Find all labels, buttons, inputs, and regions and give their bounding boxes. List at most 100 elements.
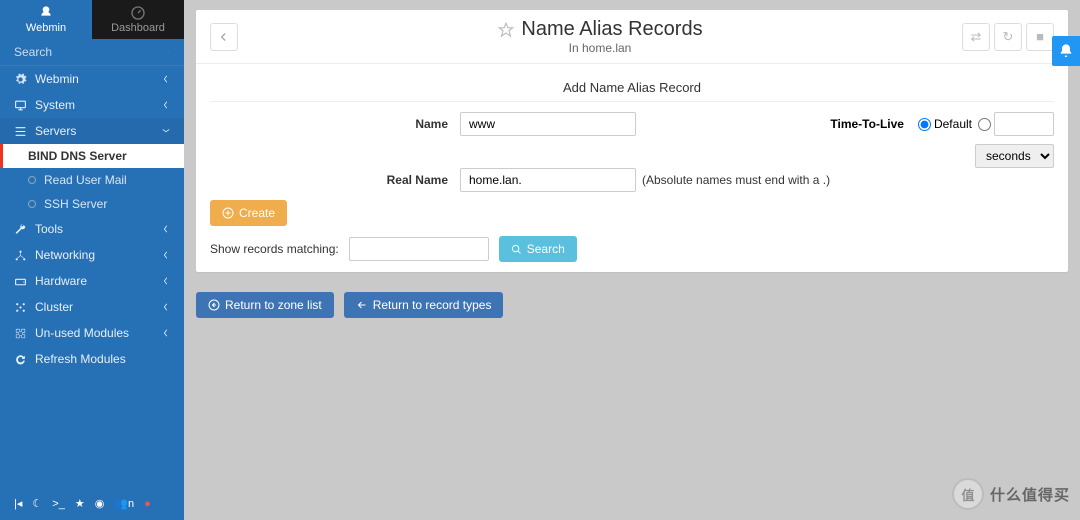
power-icon[interactable]: ● bbox=[144, 498, 151, 510]
reload-button[interactable]: ↻ bbox=[994, 23, 1022, 51]
ttl-unit-select[interactable]: seconds bbox=[975, 144, 1054, 168]
search-button[interactable]: Search bbox=[499, 236, 577, 262]
nav-label: Networking bbox=[35, 248, 95, 262]
users-icon[interactable]: 👥n bbox=[114, 497, 134, 510]
return-zone-label: Return to zone list bbox=[225, 298, 322, 312]
tab-webmin-label: Webmin bbox=[26, 22, 66, 34]
moon-icon[interactable]: ☾ bbox=[32, 497, 42, 510]
chevron-down-icon bbox=[162, 127, 170, 135]
webmin-logo-icon bbox=[38, 5, 54, 21]
header-actions: ⇄ ↻ ■ bbox=[962, 23, 1054, 51]
page-title: Name Alias Records bbox=[521, 18, 702, 41]
panel-body: Add Name Alias Record Name Time-To-Live … bbox=[196, 64, 1068, 272]
nav-label: Hardware bbox=[35, 274, 87, 288]
nav-label: Servers bbox=[35, 124, 76, 138]
title-block: Name Alias Records In home.lan bbox=[238, 18, 962, 55]
arrow-circle-left-icon bbox=[208, 299, 220, 311]
ttl-units-row: seconds bbox=[210, 144, 1054, 168]
watermark: 值 什么值得买 bbox=[952, 478, 1070, 510]
hdd-icon bbox=[14, 275, 27, 288]
shuffle-button[interactable]: ⇄ bbox=[962, 23, 990, 51]
ttl-label: Time-To-Live bbox=[830, 117, 904, 131]
search-label: Search bbox=[527, 242, 565, 256]
nav-webmin[interactable]: Webmin bbox=[0, 66, 184, 92]
realname-input[interactable] bbox=[460, 168, 636, 192]
search-icon bbox=[511, 244, 522, 255]
tab-webmin[interactable]: Webmin bbox=[0, 0, 92, 39]
nav-bind-dns[interactable]: BIND DNS Server bbox=[0, 144, 184, 168]
nav-label: Tools bbox=[35, 222, 63, 236]
globe-icon[interactable]: ◉ bbox=[95, 497, 105, 510]
plus-circle-icon bbox=[222, 207, 234, 219]
nav-sub-label: BIND DNS Server bbox=[28, 149, 127, 163]
stop-button[interactable]: ■ bbox=[1026, 23, 1054, 51]
chevron-left-icon bbox=[162, 75, 170, 83]
cluster-icon bbox=[14, 301, 27, 314]
search-icon[interactable] bbox=[169, 45, 170, 59]
sidebar-search bbox=[0, 39, 184, 66]
bars-icon bbox=[14, 125, 27, 138]
main-content: Name Alias Records In home.lan ⇄ ↻ ■ Add… bbox=[184, 0, 1080, 520]
nav-hardware[interactable]: Hardware bbox=[0, 268, 184, 294]
terminal-icon[interactable]: >_ bbox=[52, 498, 65, 510]
collapse-icon[interactable]: |◂ bbox=[14, 497, 22, 510]
show-matching-label: Show records matching: bbox=[210, 242, 339, 256]
nav-networking[interactable]: Networking bbox=[0, 242, 184, 268]
nav-ssh-server[interactable]: SSH Server bbox=[0, 192, 184, 216]
chevron-left-icon bbox=[162, 251, 170, 259]
ttl-custom-radio[interactable] bbox=[978, 118, 991, 131]
nav-read-mail[interactable]: Read User Mail bbox=[0, 168, 184, 192]
dashboard-icon bbox=[130, 5, 146, 21]
nav-tools[interactable]: Tools bbox=[0, 216, 184, 242]
nav-label: Un-used Modules bbox=[35, 326, 129, 340]
monitor-icon bbox=[14, 99, 27, 112]
return-records-button[interactable]: Return to record types bbox=[344, 292, 504, 318]
nav-sub-label: SSH Server bbox=[44, 197, 107, 211]
name-input[interactable] bbox=[460, 112, 636, 136]
ttl-default-label: Default bbox=[934, 117, 972, 131]
watermark-badge: 值 bbox=[952, 478, 984, 510]
nav-servers[interactable]: Servers bbox=[0, 118, 184, 144]
watermark-text: 什么值得买 bbox=[990, 484, 1070, 505]
nav-refresh[interactable]: Refresh Modules bbox=[0, 346, 184, 372]
chevron-left-icon bbox=[162, 277, 170, 285]
page-subtitle: In home.lan bbox=[238, 41, 962, 55]
section-title: Add Name Alias Record bbox=[210, 74, 1054, 102]
realname-hint: (Absolute names must end with a .) bbox=[642, 173, 830, 187]
notifications-tab[interactable] bbox=[1052, 36, 1080, 66]
sidebar: Webmin Dashboard Webmin System Servers B… bbox=[0, 0, 184, 520]
sidebar-nav: Webmin System Servers BIND DNS Server Re… bbox=[0, 66, 184, 372]
sidebar-tabs: Webmin Dashboard bbox=[0, 0, 184, 39]
star-outline-icon[interactable] bbox=[497, 21, 515, 39]
chevron-left-icon bbox=[162, 101, 170, 109]
create-label: Create bbox=[239, 206, 275, 220]
name-label: Name bbox=[210, 117, 460, 131]
ttl-default-radio[interactable] bbox=[918, 118, 931, 131]
nav-unused[interactable]: Un-used Modules bbox=[0, 320, 184, 346]
star-icon[interactable]: ★ bbox=[75, 497, 85, 510]
tab-dashboard-label: Dashboard bbox=[111, 22, 165, 34]
tab-dashboard[interactable]: Dashboard bbox=[92, 0, 184, 39]
nav-cluster[interactable]: Cluster bbox=[0, 294, 184, 320]
return-records-label: Return to record types bbox=[373, 298, 492, 312]
network-icon bbox=[14, 249, 27, 262]
nav-label: System bbox=[35, 98, 75, 112]
refresh-icon bbox=[14, 353, 27, 366]
return-buttons: Return to zone list Return to record typ… bbox=[196, 292, 1068, 318]
bullet-icon bbox=[28, 200, 36, 208]
nav-label: Refresh Modules bbox=[35, 352, 126, 366]
nav-sub-label: Read User Mail bbox=[44, 173, 127, 187]
chevron-left-icon bbox=[162, 303, 170, 311]
bell-icon bbox=[1058, 43, 1074, 59]
create-button[interactable]: Create bbox=[210, 200, 287, 226]
ttl-block: Time-To-Live Default bbox=[830, 112, 1054, 136]
nav-system[interactable]: System bbox=[0, 92, 184, 118]
back-button[interactable] bbox=[210, 23, 238, 51]
ttl-value-input[interactable] bbox=[994, 112, 1054, 136]
search-input[interactable] bbox=[14, 45, 169, 59]
puzzle-icon bbox=[14, 327, 27, 340]
return-zone-button[interactable]: Return to zone list bbox=[196, 292, 334, 318]
wrench-icon bbox=[14, 223, 27, 236]
name-row: Name Time-To-Live Default bbox=[210, 112, 1054, 136]
records-filter-input[interactable] bbox=[349, 237, 489, 261]
